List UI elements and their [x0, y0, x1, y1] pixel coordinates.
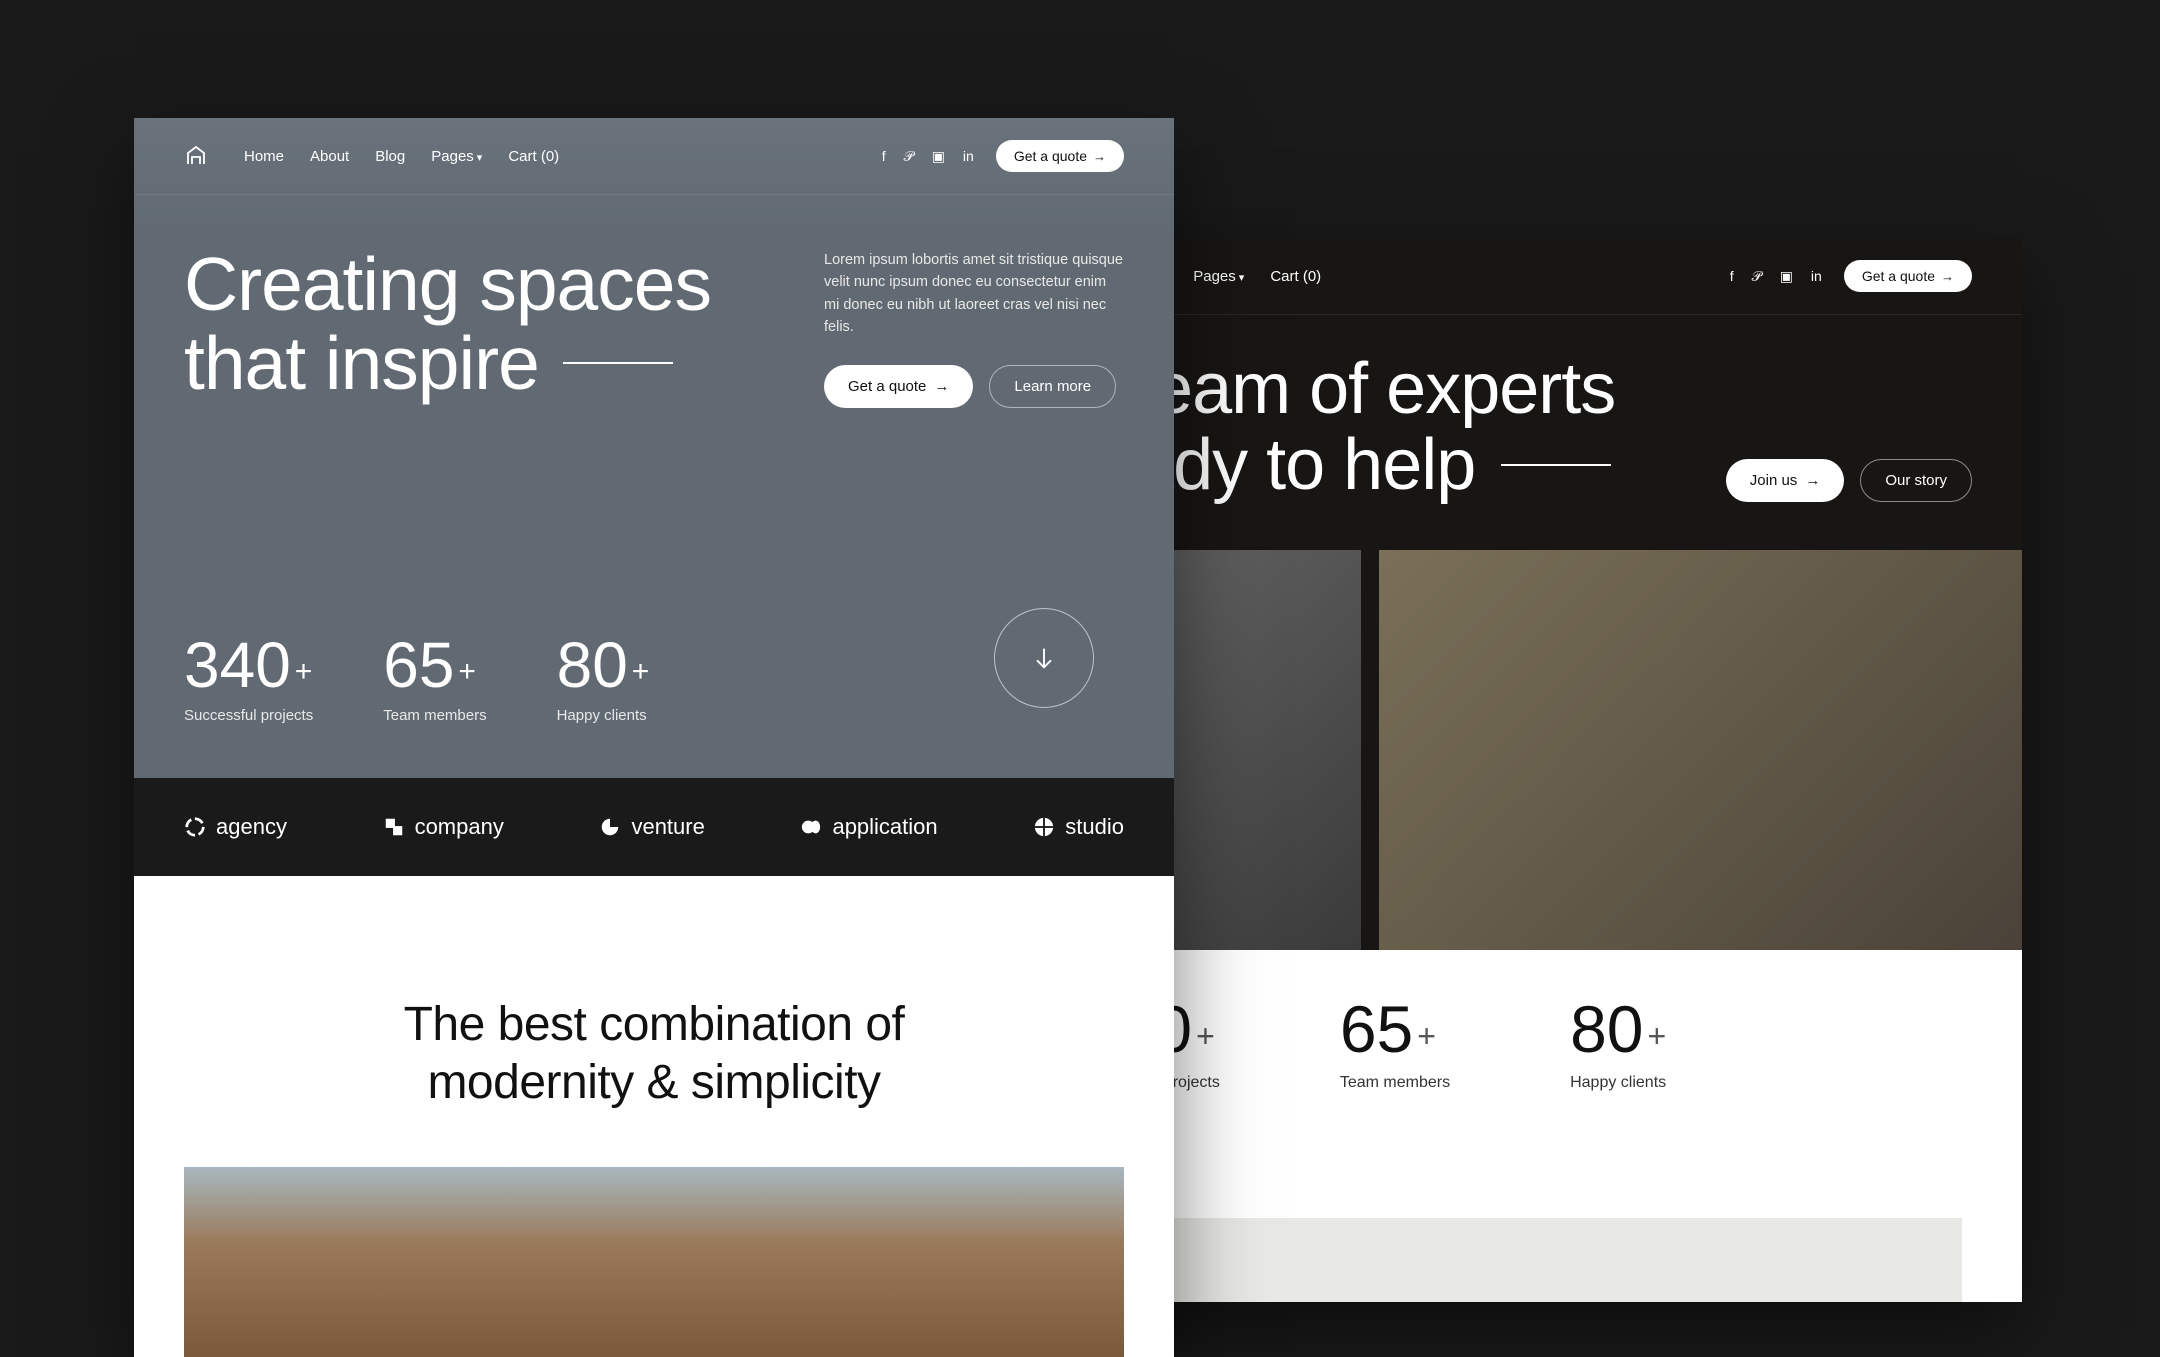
linkedin-icon[interactable]: in — [1811, 268, 1822, 284]
nav-about[interactable]: About — [310, 148, 349, 165]
section-2-heading: The best combination of modernity & simp… — [184, 996, 1124, 1111]
brand-company: company — [383, 814, 504, 840]
nav-pages[interactable]: Pages▾ — [431, 148, 482, 165]
stat-team: 65+ Team members — [1340, 996, 1450, 1092]
pinterest-icon[interactable]: 𝒫 — [1752, 268, 1762, 285]
template-card-home: Home About Blog Pages▾ Cart (0) f 𝒫 ▣ in… — [134, 118, 1174, 1357]
stat-projects: 340+ Successful projects — [184, 633, 313, 724]
brand-agency: agency — [184, 814, 287, 840]
company-icon — [383, 816, 405, 838]
stat-clients: 80+ Happy clients — [557, 633, 650, 724]
instagram-icon[interactable]: ▣ — [932, 148, 945, 165]
brand-venture: venture — [599, 814, 704, 840]
studio-icon — [1033, 816, 1055, 838]
venture-icon — [599, 816, 621, 838]
nav-pages[interactable]: Pages▾ — [1193, 268, 1244, 285]
nav-cart[interactable]: Cart (0) — [508, 148, 559, 165]
pinterest-icon[interactable]: 𝒫 — [904, 148, 914, 165]
agency-icon — [184, 816, 206, 838]
arrow-down-icon — [1030, 644, 1058, 672]
get-quote-button[interactable]: Get a quote→ — [996, 140, 1124, 172]
nav-cart[interactable]: Cart (0) — [1270, 268, 1321, 285]
nav-blog[interactable]: Blog — [375, 148, 405, 165]
facebook-icon[interactable]: f — [1730, 268, 1734, 284]
dash-icon — [563, 362, 673, 364]
card1-section-2: The best combination of modernity & simp… — [134, 876, 1174, 1357]
stat-clients: 80+ Happy clients — [1570, 996, 1666, 1092]
social-icons: f 𝒫 ▣ in — [882, 148, 974, 165]
application-icon — [800, 816, 822, 838]
hero-description: Lorem ipsum lobortis amet sit tristique … — [824, 249, 1124, 339]
linkedin-icon[interactable]: in — [963, 148, 974, 164]
card1-hero: Home About Blog Pages▾ Cart (0) f 𝒫 ▣ in… — [134, 118, 1174, 778]
client-logos-bar: agency company venture application studi… — [134, 778, 1174, 876]
facebook-icon[interactable]: f — [882, 148, 886, 164]
instagram-icon[interactable]: ▣ — [1780, 268, 1793, 285]
get-quote-button[interactable]: Get a quote→ — [1844, 260, 1972, 292]
scroll-down-button[interactable] — [994, 608, 1094, 708]
section-2-image — [184, 1167, 1124, 1357]
join-us-button[interactable]: Join us→ — [1726, 459, 1845, 502]
our-story-button[interactable]: Our story — [1860, 459, 1972, 502]
card2-lower-image — [1082, 1182, 1962, 1302]
stat-team: 65+ Team members — [383, 633, 486, 724]
brand-application: application — [800, 814, 937, 840]
logo-icon[interactable] — [184, 144, 208, 168]
card1-nav: Home About Blog Pages▾ Cart (0) f 𝒫 ▣ in… — [134, 118, 1174, 195]
team-photo-2 — [1379, 550, 2022, 950]
dash-icon — [1501, 464, 1611, 466]
brand-studio: studio — [1033, 814, 1124, 840]
card1-stats: 340+ Successful projects 65+ Team member… — [184, 633, 649, 724]
social-icons: f 𝒫 ▣ in — [1730, 268, 1822, 285]
nav-home[interactable]: Home — [244, 148, 284, 165]
get-quote-button[interactable]: Get a quote→ — [824, 365, 973, 408]
learn-more-button[interactable]: Learn more — [989, 365, 1116, 408]
